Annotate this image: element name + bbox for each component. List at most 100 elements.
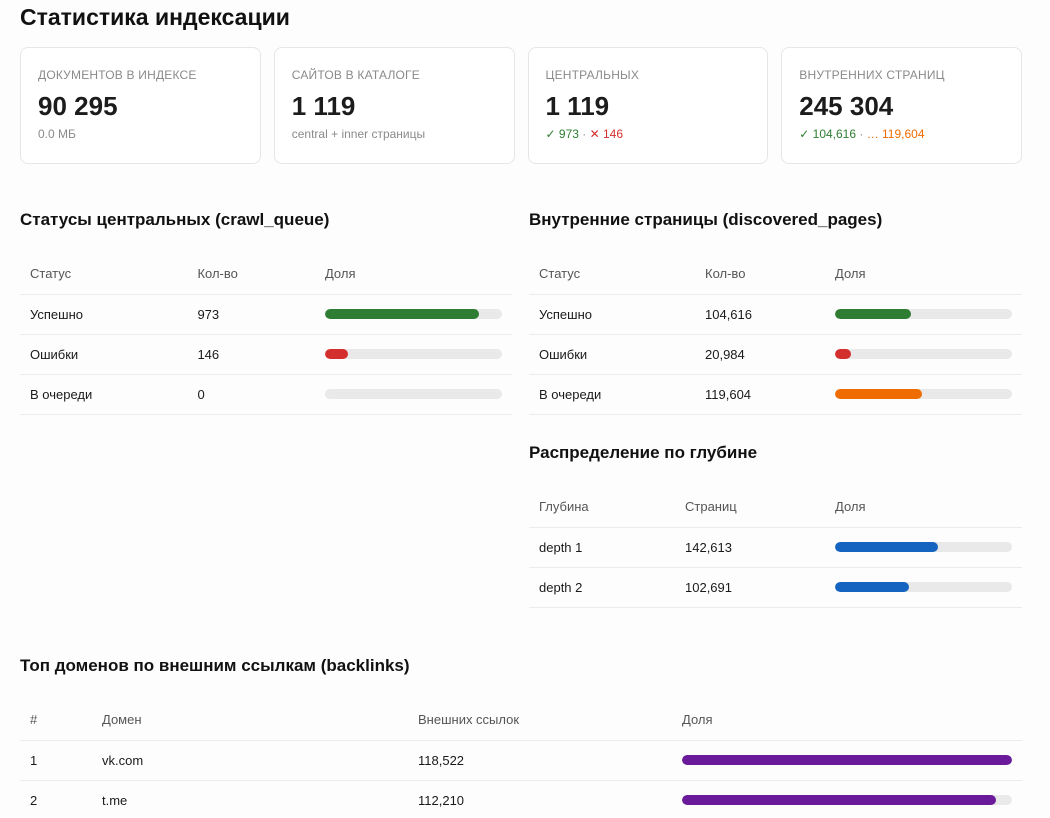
share-bar-fill xyxy=(835,309,912,319)
column-header: Доля xyxy=(825,487,1022,528)
table-row: 2 t.me 112,210 xyxy=(20,780,1022,818)
central-section-title: Статусы центральных (crawl_queue) xyxy=(20,210,330,229)
summary-cards: Документов в индексе 90 295 0.0 МБ Сайто… xyxy=(20,47,1022,164)
error-count: ✕ 146 xyxy=(589,127,624,141)
count-cell: 20,984 xyxy=(695,334,825,375)
share-cell xyxy=(314,374,512,415)
table-row: В очереди 119,604 xyxy=(529,374,1022,415)
table-row: Ошибки 20,984 xyxy=(529,334,1022,375)
inner-status-table: Статус Кол-во Доля Успешно 104,616 Ошибк… xyxy=(529,254,1022,415)
column-header: Домен xyxy=(92,700,408,741)
count-cell: 146 xyxy=(187,334,315,375)
count-cell: 104,616 xyxy=(695,294,825,335)
share-bar-fill xyxy=(835,349,851,359)
domain-cell: t.me xyxy=(92,780,408,818)
depth-label: depth 2 xyxy=(529,567,675,608)
column-header: Глубина xyxy=(529,487,675,528)
table-header-row: Глубина Страниц Доля xyxy=(529,487,1022,528)
table-row: Успешно 104,616 xyxy=(529,294,1022,335)
card-sub: central + inner страницы xyxy=(291,127,426,141)
count-cell: 0 xyxy=(187,374,315,415)
pages-cell: 102,691 xyxy=(675,567,825,608)
table-row: Ошибки 146 xyxy=(20,334,512,375)
table-row: В очереди 0 xyxy=(20,374,512,415)
links-cell: 112,210 xyxy=(408,780,672,818)
share-cell xyxy=(672,740,1022,781)
column-header: Статус xyxy=(20,254,188,295)
success-count: ✓ 104,616 xyxy=(799,127,857,141)
column-header: Внешних ссылок xyxy=(408,700,672,741)
pending-count: … 119,604 xyxy=(866,127,925,141)
column-header: Страниц xyxy=(675,487,825,528)
share-bar xyxy=(682,795,1012,805)
column-header: Доля xyxy=(314,254,512,295)
share-bar xyxy=(835,349,1012,359)
card-sub: ✓ 973 · ✕ 146 xyxy=(546,127,751,141)
card-sub: ✓ 104,616 · … 119,604 xyxy=(799,127,1004,141)
share-cell xyxy=(314,294,512,335)
share-cell xyxy=(672,780,1022,818)
status-label: Успешно xyxy=(20,294,188,335)
rank-cell: 2 xyxy=(20,780,92,818)
table-header-row: # Домен Внешних ссылок Доля xyxy=(20,700,1022,741)
separator: · xyxy=(856,127,867,141)
column-header: Кол-во xyxy=(695,254,825,295)
card-label: Сайтов в каталоге xyxy=(291,68,420,82)
table-row: Успешно 973 xyxy=(20,294,512,335)
card-label: Внутренних страниц xyxy=(799,68,945,82)
card-central: Центральных 1 119 ✓ 973 · ✕ 146 xyxy=(527,47,769,164)
table-row: 1 vk.com 118,522 xyxy=(20,740,1022,781)
page-title: Статистика индексации xyxy=(20,4,290,30)
card-sites: Сайтов в каталоге 1 119 central + inner … xyxy=(273,47,515,164)
share-bar xyxy=(324,349,502,359)
share-cell xyxy=(825,334,1022,375)
share-bar xyxy=(324,389,502,399)
share-cell xyxy=(825,527,1022,568)
domain-cell: vk.com xyxy=(92,740,408,781)
share-bar-fill xyxy=(682,795,996,805)
card-inner-pages: Внутренних страниц 245 304 ✓ 104,616 · …… xyxy=(781,47,1022,164)
count-cell: 973 xyxy=(187,294,315,335)
card-value: 1 119 xyxy=(545,91,610,121)
share-bar xyxy=(835,542,1012,552)
share-bar-fill xyxy=(324,349,348,359)
share-bar-fill xyxy=(324,309,479,319)
share-bar-fill xyxy=(835,542,938,552)
status-label: Успешно xyxy=(529,294,695,335)
column-header: Доля xyxy=(825,254,1022,295)
links-cell: 118,522 xyxy=(408,740,672,781)
card-label: Документов в индексе xyxy=(38,68,197,82)
column-header: Статус xyxy=(529,254,695,295)
share-cell xyxy=(825,374,1022,415)
backlinks-section-title: Топ доменов по внешним ссылкам (backlink… xyxy=(20,656,410,675)
share-cell xyxy=(825,294,1022,335)
column-header: Кол-во xyxy=(187,254,315,295)
card-label: Центральных xyxy=(545,68,640,82)
table-row: depth 1 142,613 xyxy=(529,527,1022,568)
column-header: # xyxy=(20,700,92,741)
depth-table: Глубина Страниц Доля depth 1 142,613 dep… xyxy=(529,487,1022,608)
table-row: depth 2 102,691 xyxy=(529,567,1022,608)
share-bar xyxy=(324,309,502,319)
card-value: 245 304 xyxy=(799,91,894,121)
card-value: 1 119 xyxy=(291,91,356,121)
card-documents: Документов в индексе 90 295 0.0 МБ xyxy=(20,47,261,164)
success-count: ✓ 973 xyxy=(545,127,579,141)
share-bar-fill xyxy=(682,755,1012,765)
central-status-table: Статус Кол-во Доля Успешно 973 Ошибки 14… xyxy=(20,254,512,415)
separator: · xyxy=(578,127,590,141)
rank-cell: 1 xyxy=(20,740,92,781)
status-label: В очереди xyxy=(20,374,188,415)
share-bar xyxy=(835,309,1012,319)
inner-section-title: Внутренние страницы (discovered_pages) xyxy=(529,210,883,229)
share-bar-fill xyxy=(835,389,922,399)
share-bar xyxy=(682,755,1012,765)
share-cell xyxy=(314,334,512,375)
pages-cell: 142,613 xyxy=(675,527,825,568)
status-label: В очереди xyxy=(529,374,695,415)
share-bar xyxy=(835,389,1012,399)
share-cell xyxy=(825,567,1022,608)
backlinks-table: # Домен Внешних ссылок Доля 1 vk.com 118… xyxy=(20,700,1022,818)
share-bar xyxy=(835,582,1012,592)
table-header-row: Статус Кол-во Доля xyxy=(529,254,1022,295)
